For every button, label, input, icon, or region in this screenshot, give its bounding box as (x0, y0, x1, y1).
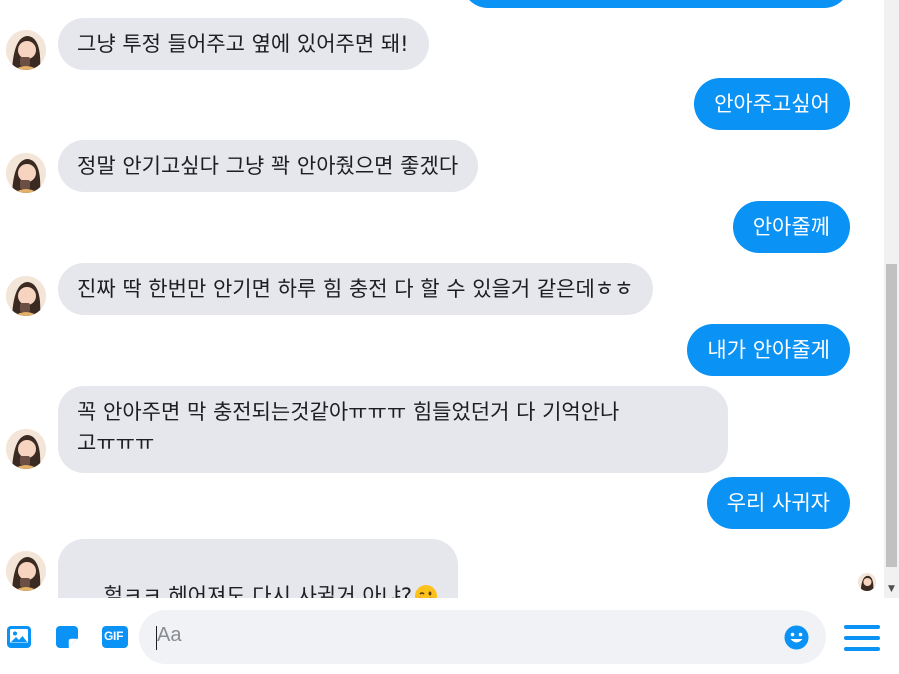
outgoing-message: 안아주고싶어 (694, 78, 850, 130)
smiley-icon (784, 625, 809, 650)
message-composer: GIF Aa (0, 598, 899, 674)
contact-avatar[interactable] (6, 276, 46, 316)
winking-face-emoji-icon (414, 584, 438, 598)
emoji-button[interactable] (784, 625, 809, 654)
gif-label: GIF (104, 629, 124, 643)
scrollbar[interactable] (884, 0, 899, 598)
incoming-message: 정말 안기고싶다 그냥 꽉 안아줬으면 좋겠다 (58, 140, 479, 192)
seen-avatar-icon (858, 573, 876, 591)
sticker-button[interactable] (55, 625, 79, 653)
incoming-message: 꼭 안아주면 막 충전되는것같아ㅠㅠㅠ 힘들었던거 다 기억안나 고ㅠㅠㅠ (58, 386, 728, 473)
contact-avatar[interactable] (6, 30, 46, 70)
incoming-message: 그냥 투정 들어주고 옆에 있어주면 돼! (58, 18, 429, 70)
photo-icon (7, 626, 31, 648)
photo-button[interactable] (6, 625, 32, 653)
hamburger-menu-icon (844, 625, 880, 651)
gif-button[interactable]: GIF (101, 625, 129, 653)
incoming-message: 진짜 딱 한번만 안기면 하루 힘 충전 다 할 수 있을거 같은데ㅎㅎ (58, 263, 654, 315)
contact-avatar[interactable] (6, 429, 46, 469)
outgoing-message-partial (462, 0, 850, 8)
scrollbar-thumb[interactable] (886, 264, 897, 567)
incoming-message: 헐ㅋㅋ 헤어져도 다시 사귈거 아냐? (58, 539, 459, 598)
scroll-down-arrow-icon[interactable]: ▼ (884, 581, 899, 597)
sticker-icon (56, 626, 78, 648)
menu-button[interactable] (843, 624, 881, 656)
contact-avatar[interactable] (6, 153, 46, 193)
outgoing-message: 우리 사귀자 (706, 477, 850, 529)
outgoing-message: 안아줄께 (732, 201, 850, 253)
outgoing-message: 내가 안아줄게 (687, 324, 850, 376)
message-input[interactable]: Aa (139, 610, 826, 664)
incoming-message-text: 헐ㅋㅋ 헤어져도 다시 사귈거 아냐? (103, 584, 413, 598)
contact-avatar[interactable] (6, 551, 46, 591)
message-thread[interactable]: 그냥 투정 들어주고 옆에 있어주면 돼! 안아주고싶어 정말 안기고싶다 그냥… (0, 0, 884, 598)
message-input-placeholder: Aa (157, 624, 182, 646)
